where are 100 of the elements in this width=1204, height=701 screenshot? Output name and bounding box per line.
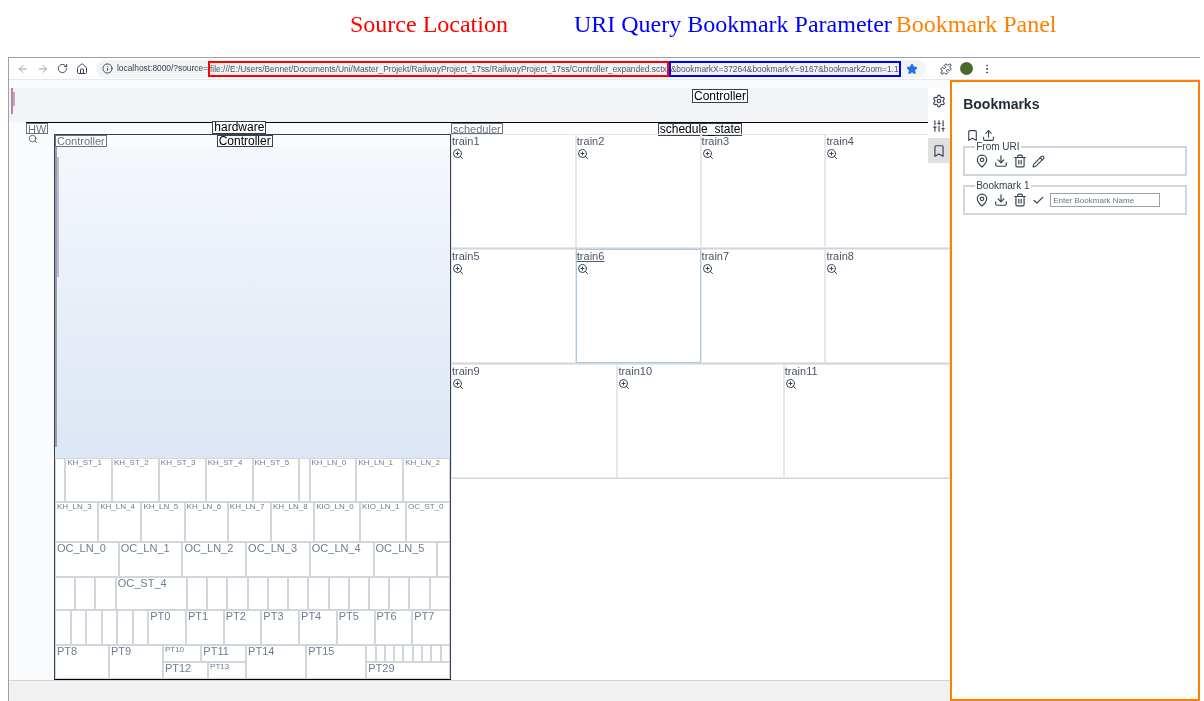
treemap-cell[interactable]: OC_ST_0	[405, 502, 450, 542]
treemap-cell[interactable]	[132, 610, 149, 645]
treemap-cell[interactable]: PT8	[55, 645, 109, 679]
treemap-cell[interactable]	[440, 645, 450, 662]
treemap-cell[interactable]	[186, 577, 208, 610]
treemap-cell[interactable]	[75, 577, 96, 610]
zoom-in-icon[interactable]	[452, 378, 464, 390]
train-cell[interactable]: train4	[825, 134, 951, 248]
treemap-cell[interactable]: PT29	[366, 662, 450, 679]
treemap-cell[interactable]: KH_LN_0	[309, 458, 357, 502]
treemap-cell[interactable]	[299, 458, 310, 502]
treemap-cell[interactable]	[247, 577, 268, 610]
treemap-cell[interactable]: KH_LN_3	[55, 502, 99, 542]
treemap-cell[interactable]: PT12	[162, 662, 209, 679]
download-icon[interactable]	[994, 154, 1009, 168]
train-cell[interactable]: train2	[575, 134, 701, 248]
treemap-cell[interactable]: KH_LN_6	[184, 502, 228, 542]
toolbar-button[interactable]	[928, 138, 951, 163]
star-icon[interactable]	[906, 62, 918, 75]
treemap-cell[interactable]: OC_ST_4	[115, 577, 187, 610]
treemap-cell[interactable]	[348, 577, 369, 610]
zoom-in-icon[interactable]	[576, 263, 589, 275]
zoom-in-icon[interactable]	[618, 378, 631, 390]
treemap-cell[interactable]: KH_LN_2	[403, 458, 450, 502]
back-icon[interactable]	[17, 62, 29, 75]
treemap-cell[interactable]: PT5	[336, 610, 375, 645]
treemap-cell[interactable]: PT1	[185, 610, 224, 645]
zoom-in-icon[interactable]	[826, 148, 839, 160]
download-icon[interactable]	[994, 193, 1009, 207]
treemap-cell[interactable]	[227, 577, 248, 610]
train-cell[interactable]: train6	[575, 249, 701, 363]
treemap-cell[interactable]: OC_LN_1	[118, 542, 183, 577]
treemap-cell[interactable]: PT2	[223, 610, 262, 645]
train-cell[interactable]: train11	[783, 364, 951, 478]
treemap-cell[interactable]	[117, 610, 133, 645]
trash-icon[interactable]	[1013, 154, 1028, 168]
treemap-cell[interactable]: OC_LN_2	[182, 542, 247, 577]
treemap-cell[interactable]	[70, 610, 87, 645]
treemap-cell[interactable]: OC_LN_4	[309, 542, 374, 577]
treemap-cell[interactable]: KIO_LN_1	[360, 502, 406, 542]
train-cell[interactable]: train3	[700, 134, 826, 248]
treemap-cell[interactable]: PT9	[108, 645, 163, 679]
bookmark-icon[interactable]	[966, 129, 980, 142]
train-cell[interactable]: train5	[451, 249, 576, 363]
treemap-cell[interactable]: PT4	[299, 610, 337, 645]
avatar[interactable]	[960, 62, 973, 75]
treemap-cell[interactable]: PT0	[148, 610, 186, 645]
treemap-cell[interactable]: OC_LN_0	[55, 542, 119, 577]
treemap-cell[interactable]: PT11	[201, 645, 247, 662]
treemap-cell[interactable]: KIO_LN_0	[314, 502, 361, 542]
train-cell[interactable]: train7	[700, 249, 826, 363]
treemap-cell[interactable]: KH_LN_5	[141, 502, 185, 542]
treemap-cell[interactable]	[384, 645, 395, 662]
treemap-cell[interactable]	[394, 645, 404, 662]
location-pin-icon[interactable]	[975, 193, 990, 207]
trash-icon[interactable]	[1013, 193, 1028, 207]
home-icon[interactable]	[76, 62, 88, 75]
treemap-cell[interactable]	[86, 610, 102, 645]
treemap-cell[interactable]: OC_LN_5	[373, 542, 438, 577]
treemap-cell[interactable]	[409, 577, 430, 610]
treemap-cell[interactable]: PT10	[162, 645, 202, 662]
treemap-cell[interactable]	[431, 645, 441, 662]
bookmark-name-field[interactable]: Enter Bookmark Name	[1050, 193, 1161, 207]
zoom-in-icon[interactable]	[701, 263, 714, 275]
zoom-in-icon[interactable]	[826, 263, 839, 275]
treemap-cell[interactable]	[267, 577, 289, 610]
treemap-cell[interactable]	[55, 458, 66, 502]
location-pin-icon[interactable]	[975, 154, 990, 168]
treemap-cell[interactable]	[437, 542, 450, 577]
zoom-icon[interactable]	[28, 134, 38, 144]
train-cell[interactable]: train8	[825, 249, 951, 363]
treemap-cell[interactable]: KH_ST_5	[252, 458, 300, 502]
zoom-in-icon[interactable]	[452, 263, 464, 275]
treemap-cell[interactable]	[368, 577, 390, 610]
treemap-cell[interactable]	[403, 645, 413, 662]
treemap-cell[interactable]	[95, 577, 116, 610]
treemap-cell[interactable]: PT13	[208, 662, 247, 679]
treemap-cell[interactable]	[328, 577, 349, 610]
treemap-cell[interactable]: PT7	[412, 610, 450, 645]
upload-icon[interactable]	[982, 129, 996, 142]
treemap-cell[interactable]	[55, 577, 76, 610]
zoom-in-icon[interactable]	[784, 378, 797, 390]
treemap-cell[interactable]	[375, 645, 385, 662]
treemap-cell[interactable]	[288, 577, 309, 610]
treemap-cell[interactable]	[422, 645, 432, 662]
address-bar[interactable]: localhost:8000/?source= file:///E:/Users/Bennet/Documents/Uni/Master_Projekt/RailwayProject_17ss/RailwayProject_17ss/Controller_expanded.sctx &bookmarkX=37264&bookmarkY=9167&bookmarkZoom=1.1	[96, 59, 926, 78]
treemap-cell[interactable]: OC_LN_3	[246, 542, 310, 577]
reload-icon[interactable]	[57, 63, 68, 74]
treemap-cell[interactable]: PT3	[261, 610, 300, 645]
treemap-cell[interactable]	[429, 577, 450, 610]
toolbar-button[interactable]	[928, 88, 951, 113]
treemap-cell[interactable]: KH_LN_8	[271, 502, 315, 542]
treemap-cell[interactable]: KH_LN_4	[98, 502, 142, 542]
treemap-cell[interactable]: PT6	[374, 610, 413, 645]
treemap-cell[interactable]	[412, 645, 423, 662]
extensions-icon[interactable]	[940, 62, 952, 75]
treemap-cell[interactable]	[101, 610, 118, 645]
train-cell[interactable]: train1	[451, 134, 576, 248]
treemap-cell[interactable]	[389, 577, 410, 610]
treemap-cell[interactable]: KH_LN_7	[227, 502, 271, 542]
